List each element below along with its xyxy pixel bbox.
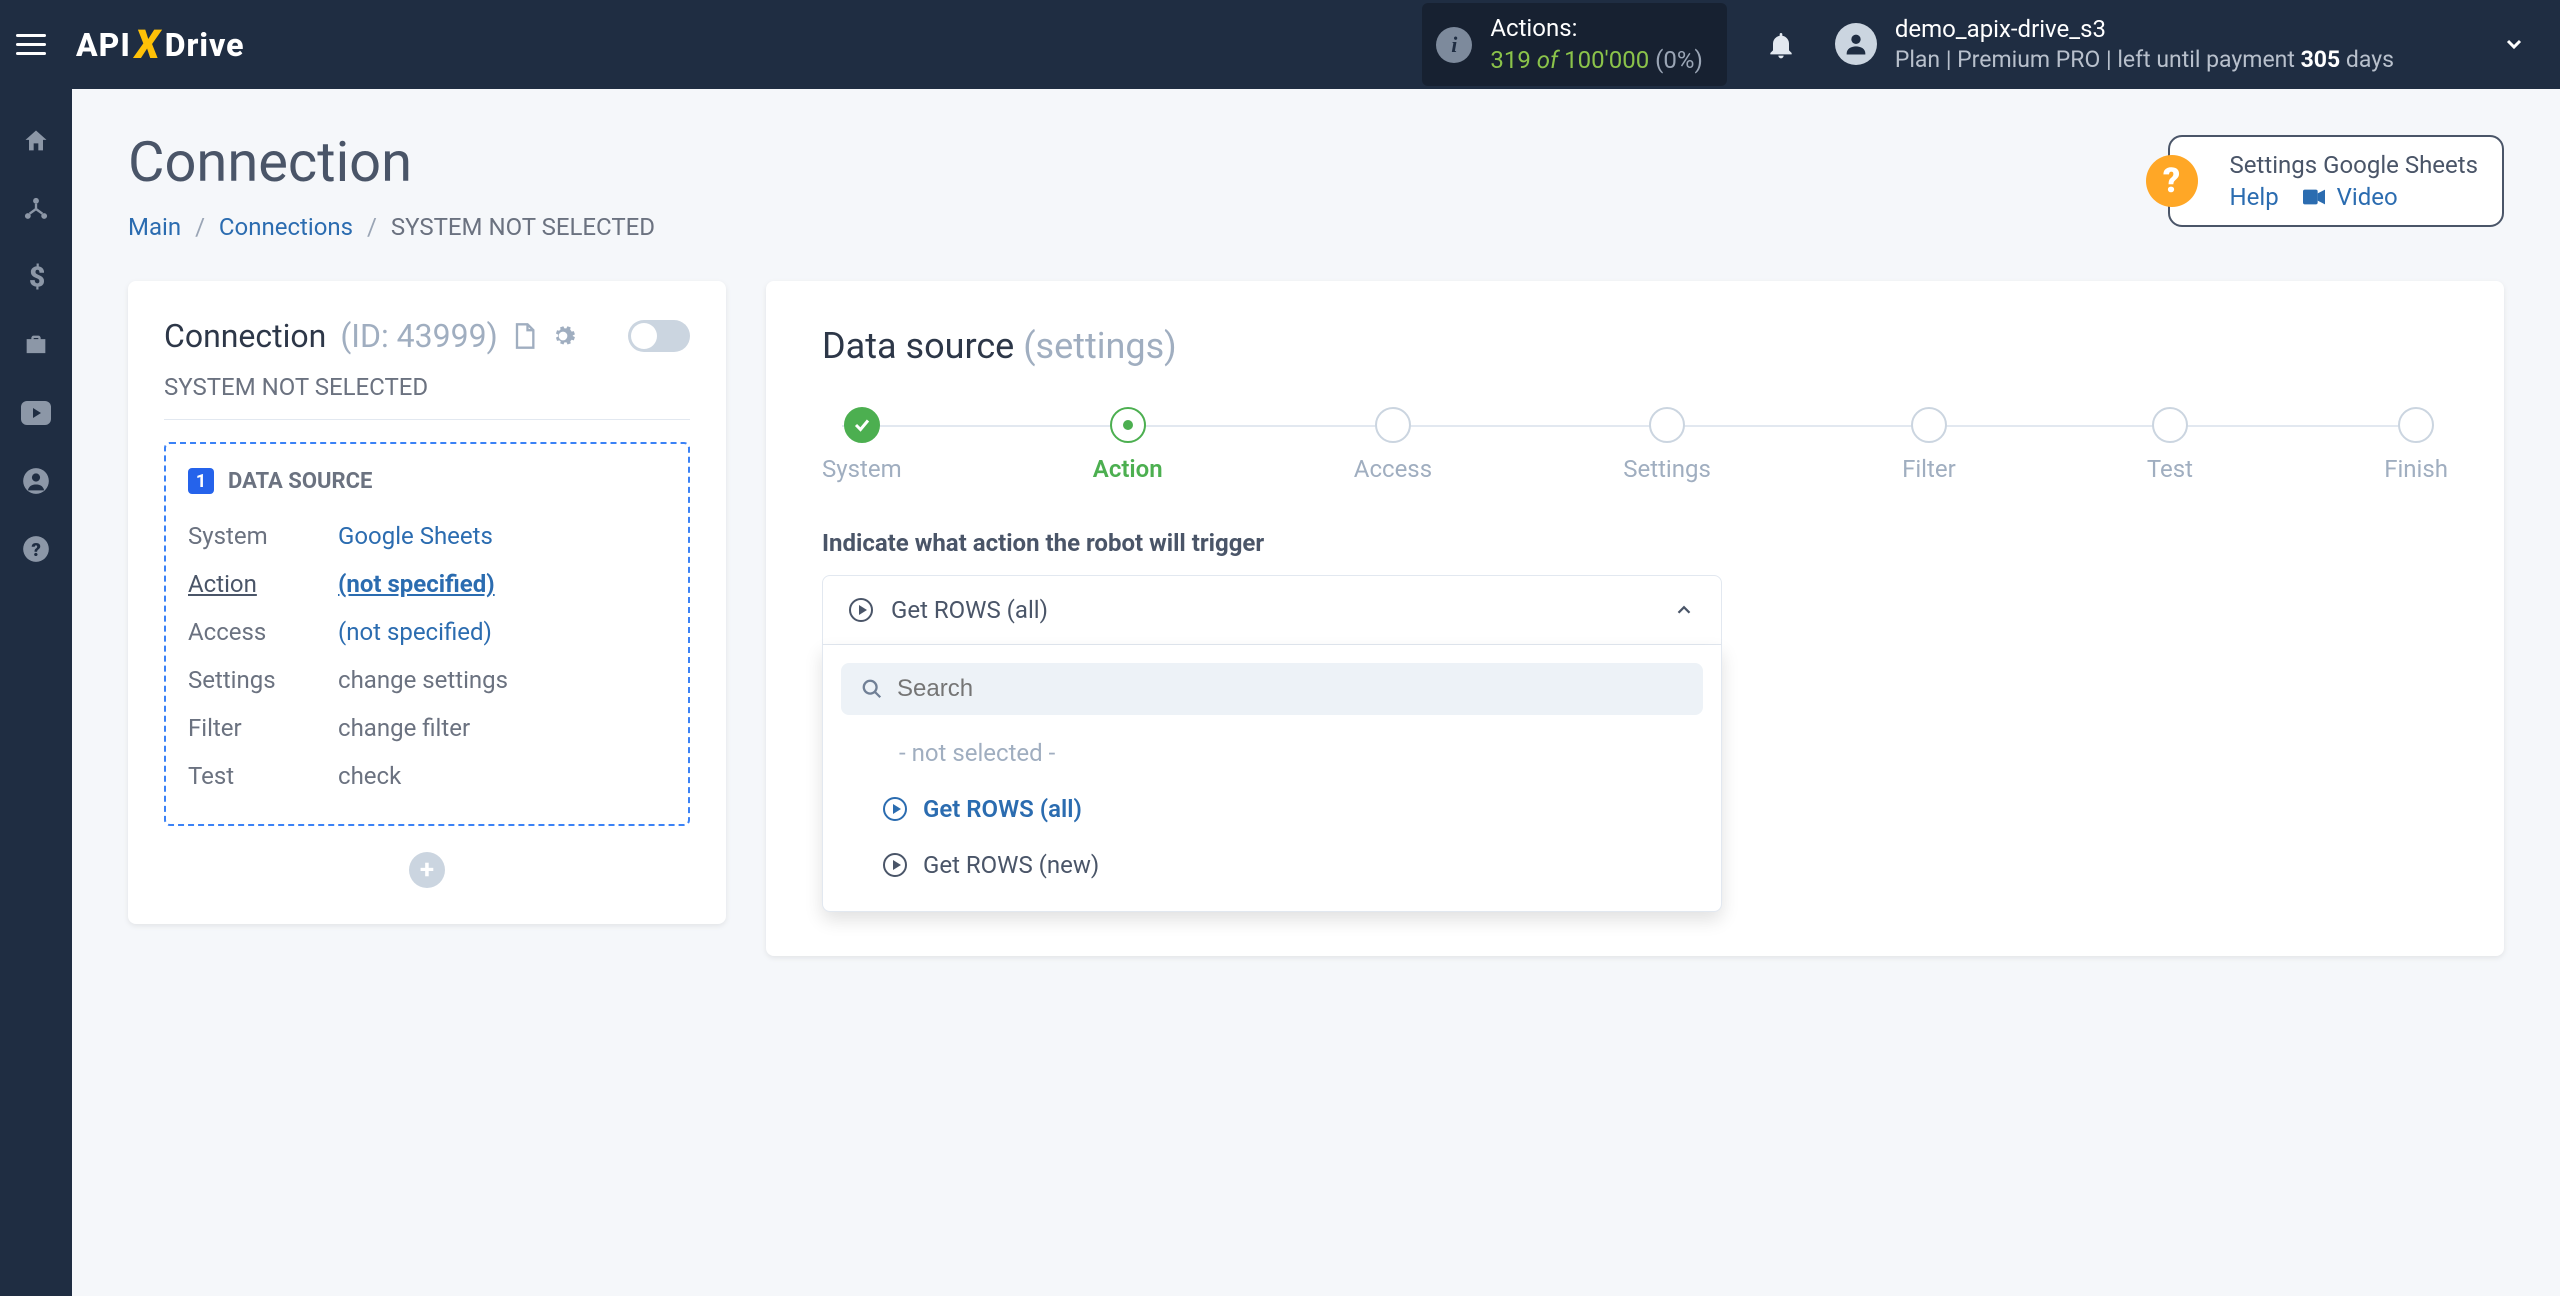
avatar-icon: [1835, 23, 1877, 65]
sidebar: $ ?: [0, 89, 72, 1296]
sidebar-help-icon[interactable]: ?: [0, 515, 72, 583]
breadcrumb-connections[interactable]: Connections: [219, 213, 353, 241]
bell-icon[interactable]: [1765, 29, 1797, 61]
row-action-key: Action: [188, 560, 338, 608]
breadcrumb-current: SYSTEM NOT SELECTED: [391, 213, 655, 241]
step-finish[interactable]: Finish: [2384, 407, 2448, 483]
action-select: Get ROWS (all) - not selected -: [822, 575, 1722, 912]
sidebar-home-icon[interactable]: [0, 107, 72, 175]
breadcrumb: Main / Connections / SYSTEM NOT SELECTED: [128, 213, 655, 241]
row-access-value[interactable]: (not specified): [338, 608, 492, 656]
video-link[interactable]: Video: [2337, 183, 2398, 211]
user-text: demo_apix-drive_s3 Plan | Premium PRO | …: [1895, 14, 2394, 75]
sidebar-youtube-icon[interactable]: [0, 379, 72, 447]
step-action[interactable]: Action: [1093, 407, 1163, 483]
step-test[interactable]: Test: [2147, 407, 2193, 483]
action-select-trigger[interactable]: Get ROWS (all): [822, 575, 1722, 645]
user-menu[interactable]: demo_apix-drive_s3 Plan | Premium PRO | …: [1835, 14, 2526, 75]
connection-toggle[interactable]: [628, 320, 690, 352]
help-title: Settings Google Sheets: [2230, 151, 2478, 179]
row-access-key: Access: [188, 608, 338, 656]
step-system[interactable]: System: [822, 407, 902, 483]
row-filter-value[interactable]: change filter: [338, 704, 470, 752]
selected-value: Get ROWS (all): [891, 596, 1048, 624]
breadcrumb-main[interactable]: Main: [128, 213, 181, 241]
sidebar-connections-icon[interactable]: [0, 175, 72, 243]
row-system-key: System: [188, 512, 338, 560]
main-content: Connection Main / Connections / SYSTEM N…: [72, 89, 2560, 1296]
svg-text:?: ?: [31, 539, 41, 561]
option-get-rows-all[interactable]: Get ROWS (all): [841, 781, 1703, 837]
search-icon: [861, 678, 883, 700]
action-dropdown: - not selected - Get ROWS (all) Get ROWS…: [822, 645, 1722, 912]
search-input-wrap[interactable]: [841, 663, 1703, 715]
data-source-box: 1 DATA SOURCE SystemGoogle Sheets Action…: [164, 442, 690, 826]
row-system-value[interactable]: Google Sheets: [338, 512, 493, 560]
action-field-label: Indicate what action the robot will trig…: [822, 529, 2448, 557]
row-settings-key: Settings: [188, 656, 338, 704]
document-icon[interactable]: [512, 322, 536, 350]
logo[interactable]: APIXDrive: [76, 21, 245, 68]
step-access[interactable]: Access: [1354, 407, 1432, 483]
svg-text:$: $: [29, 263, 44, 291]
row-test-key: Test: [188, 752, 338, 800]
actions-counter[interactable]: i Actions: 319 of 100'000 (0%): [1422, 3, 1726, 85]
ds-title: Data source (settings): [822, 325, 2448, 367]
play-icon: [883, 853, 907, 877]
gear-icon[interactable]: [550, 323, 576, 349]
data-source-settings-card: Data source (settings) System Action Acc…: [766, 281, 2504, 956]
question-icon[interactable]: ?: [2146, 155, 2198, 207]
option-get-rows-new[interactable]: Get ROWS (new): [841, 837, 1703, 893]
step-settings[interactable]: Settings: [1623, 407, 1711, 483]
data-source-label: DATA SOURCE: [228, 469, 372, 494]
badge-1-icon: 1: [188, 468, 214, 494]
row-action-value[interactable]: (not specified): [338, 560, 495, 608]
connection-card: Connection (ID: 43999) SYSTEM NOT SELECT…: [128, 281, 726, 924]
option-not-selected[interactable]: - not selected -: [841, 725, 1703, 781]
connection-label: Connection: [164, 317, 326, 355]
sidebar-briefcase-icon[interactable]: [0, 311, 72, 379]
chevron-up-icon: [1673, 599, 1695, 621]
help-link[interactable]: Help: [2230, 183, 2279, 211]
step-filter[interactable]: Filter: [1902, 407, 1956, 483]
info-icon: i: [1436, 27, 1472, 63]
sidebar-profile-icon[interactable]: [0, 447, 72, 515]
connection-subtitle: SYSTEM NOT SELECTED: [164, 373, 690, 420]
page-title: Connection: [128, 129, 655, 195]
row-settings-value[interactable]: change settings: [338, 656, 508, 704]
connection-id: (ID: 43999): [340, 317, 497, 355]
play-icon: [883, 797, 907, 821]
help-box: ? Settings Google Sheets Help Video: [2168, 135, 2504, 227]
row-test-value[interactable]: check: [338, 752, 401, 800]
menu-toggle-icon[interactable]: [16, 27, 52, 63]
sidebar-billing-icon[interactable]: $: [0, 243, 72, 311]
chevron-down-icon[interactable]: [2502, 32, 2526, 56]
row-filter-key: Filter: [188, 704, 338, 752]
actions-text: Actions: 319 of 100'000 (0%): [1490, 13, 1702, 75]
video-icon: [2303, 183, 2331, 211]
search-input[interactable]: [897, 675, 1683, 703]
top-navbar: APIXDrive i Actions: 319 of 100'000 (0%): [0, 0, 2560, 89]
add-destination-button[interactable]: +: [409, 852, 445, 888]
stepper: System Action Access Settings Filter Tes…: [822, 407, 2448, 483]
play-icon: [849, 598, 873, 622]
